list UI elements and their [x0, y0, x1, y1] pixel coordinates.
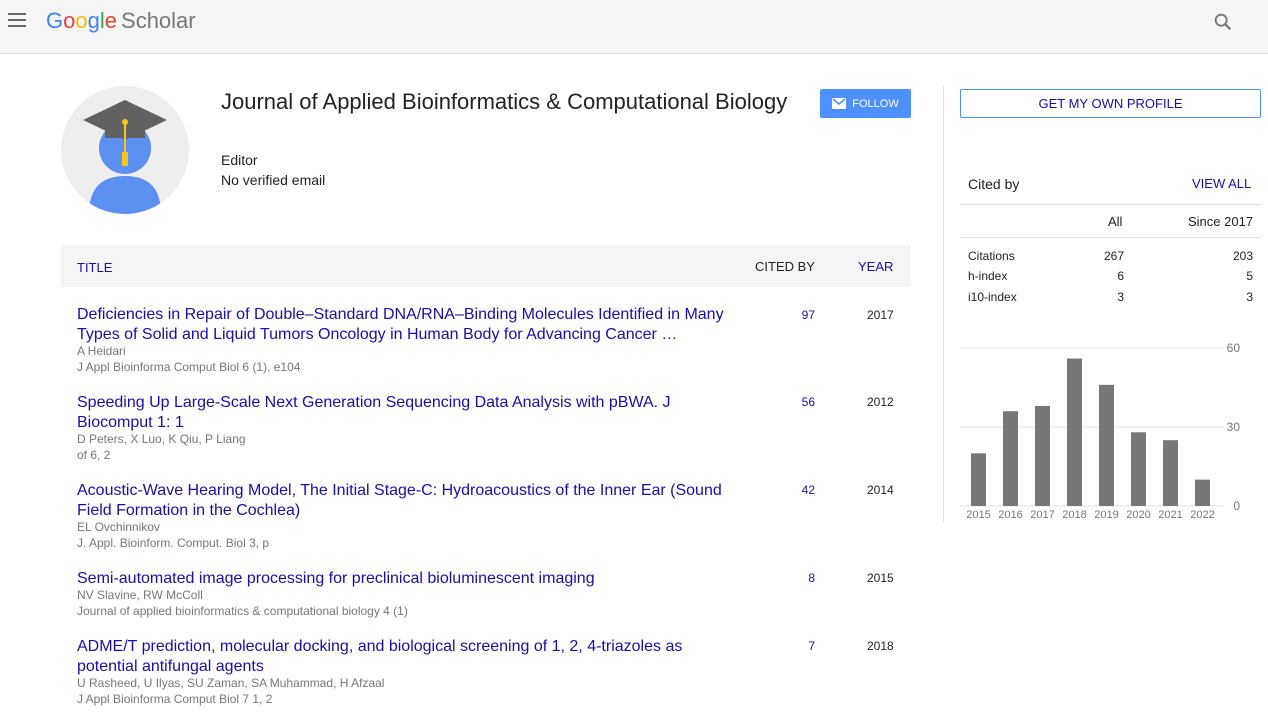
- paper-year: 2015: [867, 571, 894, 585]
- chart-x-tick-label: 2022: [1190, 509, 1214, 521]
- stats-col-since: Since 2017: [1188, 214, 1254, 229]
- table-row: Speeding Up Large-Scale Next Generation …: [61, 393, 911, 467]
- table-row: ADME/T prediction, molecular docking, an…: [61, 637, 911, 711]
- stat-label: h-index: [968, 269, 1008, 283]
- articles-table-header: TITLE CITED BY YEAR: [61, 245, 911, 287]
- sort-by-year[interactable]: YEAR: [858, 259, 893, 274]
- paper-title-link[interactable]: Speeding Up Large-Scale Next Generation …: [77, 393, 737, 433]
- table-row: Acoustic-Wave Hearing Model, The Initial…: [61, 481, 911, 555]
- paper-title-link[interactable]: ADME/T prediction, molecular docking, an…: [77, 637, 737, 677]
- stat-since: 203: [1232, 249, 1253, 263]
- paper-title-link[interactable]: Semi-automated image processing for prec…: [77, 569, 737, 589]
- follow-label: FOLLOW: [852, 97, 899, 110]
- paper-authors: D Peters, X Luo, K Qiu, P Liang: [77, 432, 246, 446]
- chart-x-tick-label: 2018: [1062, 509, 1086, 521]
- chart-bar-2018[interactable]: [1067, 358, 1082, 506]
- chart-y-tick-label: 60: [1227, 341, 1241, 355]
- paper-venue: J Appl Bioinforma Comput Biol 6 (1), e10…: [77, 360, 301, 374]
- stat-all: 3: [1117, 290, 1124, 304]
- stat-since: 3: [1246, 290, 1253, 304]
- sort-by-cited[interactable]: CITED BY: [755, 259, 815, 274]
- citations-per-year-chart: 0 30 60 2015 2016 2017 2018 2019 2020 2021 2022: [960, 341, 1241, 521]
- stat-all: 267: [1103, 249, 1124, 263]
- paper-title-link[interactable]: Acoustic-Wave Hearing Model, The Initial…: [77, 481, 737, 521]
- stat-all: 6: [1117, 269, 1124, 283]
- envelope-icon: [832, 98, 847, 109]
- table-row: Deficiencies in Repair of Double–Standar…: [61, 305, 911, 379]
- top-bar: Google Scholar: [0, 0, 1268, 54]
- chart-bar-2021[interactable]: [1163, 440, 1178, 506]
- divider: [960, 204, 1261, 205]
- paper-year: 2012: [867, 395, 894, 409]
- stat-since: 5: [1246, 269, 1253, 283]
- profile-email: No verified email: [221, 172, 326, 188]
- stat-label: i10-index: [968, 290, 1017, 304]
- chart-x-tick-label: 2017: [1030, 509, 1054, 521]
- paper-venue: J. Appl. Bioinform. Comput. Biol 3, p: [77, 536, 270, 550]
- view-all-link[interactable]: VIEW ALL: [1192, 176, 1251, 191]
- menu-icon[interactable]: [8, 13, 28, 29]
- graduate-avatar-icon: [61, 86, 189, 214]
- paper-venue: J Appl Bioinforma Comput Biol 7 1, 2: [77, 692, 273, 706]
- cited-by-link[interactable]: 97: [802, 308, 815, 322]
- paper-authors: A Heidari: [77, 344, 126, 358]
- paper-title-link[interactable]: Deficiencies in Repair of Double–Standar…: [77, 305, 737, 345]
- paper-venue: of 6, 2: [77, 448, 111, 462]
- chart-x-tick-label: 2015: [966, 509, 990, 521]
- chart-bar-2020[interactable]: [1131, 432, 1146, 506]
- chart-x-tick-label: 2021: [1158, 509, 1182, 521]
- google-scholar-logo[interactable]: Google Scholar: [46, 8, 196, 34]
- paper-authors: U Rasheed, U Ilyas, SU Zaman, SA Muhamma…: [77, 676, 385, 690]
- cited-by-link[interactable]: 56: [802, 395, 815, 409]
- chart-bar-2017[interactable]: [1035, 405, 1050, 506]
- chart-bar-2022[interactable]: [1195, 479, 1210, 506]
- profile-role: Editor: [221, 152, 258, 168]
- chart-y-tick-label: 30: [1227, 420, 1241, 434]
- cited-by-link[interactable]: 8: [808, 571, 815, 585]
- avatar: [61, 86, 189, 214]
- chart-x-tick-label: 2016: [998, 509, 1022, 521]
- paper-authors: EL Ovchinnikov: [77, 520, 160, 534]
- stats-col-all: All: [1108, 214, 1123, 229]
- paper-year: 2018: [867, 639, 894, 653]
- cited-by-heading: Cited by: [968, 176, 1020, 192]
- chart-x-tick-label: 2020: [1126, 509, 1150, 521]
- paper-year: 2017: [867, 308, 894, 322]
- chart-bar-2015[interactable]: [971, 453, 986, 506]
- divider: [960, 237, 1261, 238]
- chart-bar-2016[interactable]: [1003, 411, 1018, 506]
- search-icon[interactable]: [1212, 11, 1234, 33]
- get-my-own-profile-button[interactable]: GET MY OWN PROFILE: [960, 89, 1261, 118]
- stat-label: Citations: [968, 249, 1015, 263]
- cited-by-link[interactable]: 42: [802, 483, 815, 497]
- profile-name: Journal of Applied Bioinformatics & Comp…: [221, 89, 788, 114]
- chart-x-tick-label: 2019: [1094, 509, 1118, 521]
- follow-button[interactable]: FOLLOW: [820, 89, 911, 118]
- sort-by-title[interactable]: TITLE: [77, 260, 112, 275]
- paper-authors: NV Slavine, RW McColl: [77, 588, 203, 602]
- table-row: Semi-automated image processing for prec…: [61, 569, 911, 623]
- chart-y-tick-label: 0: [1233, 499, 1240, 513]
- paper-year: 2014: [867, 483, 894, 497]
- column-divider: [943, 86, 944, 522]
- chart-bar-2019[interactable]: [1099, 384, 1114, 506]
- paper-venue: Journal of applied bioinformatics & comp…: [77, 604, 408, 618]
- cited-by-link[interactable]: 7: [808, 639, 815, 653]
